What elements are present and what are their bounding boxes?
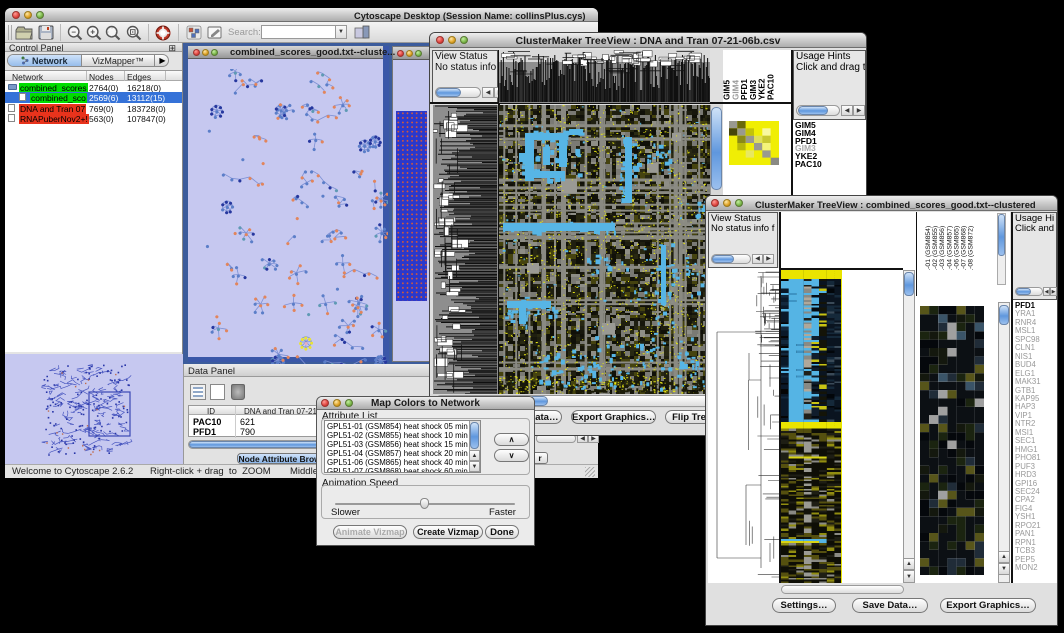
svg-text:–: – bbox=[71, 28, 76, 37]
svg-text:PFD1: PFD1 bbox=[740, 79, 749, 100]
svg-text:GIM4: GIM4 bbox=[731, 80, 740, 100]
svg-text:+: + bbox=[90, 28, 95, 37]
svg-text:YKE2: YKE2 bbox=[758, 78, 767, 100]
svg-text:GIM3: GIM3 bbox=[749, 80, 758, 100]
svg-text:GIM5: GIM5 bbox=[723, 80, 732, 100]
svg-text:PAC10: PAC10 bbox=[767, 74, 776, 100]
svg-text:⊡: ⊡ bbox=[129, 28, 136, 37]
